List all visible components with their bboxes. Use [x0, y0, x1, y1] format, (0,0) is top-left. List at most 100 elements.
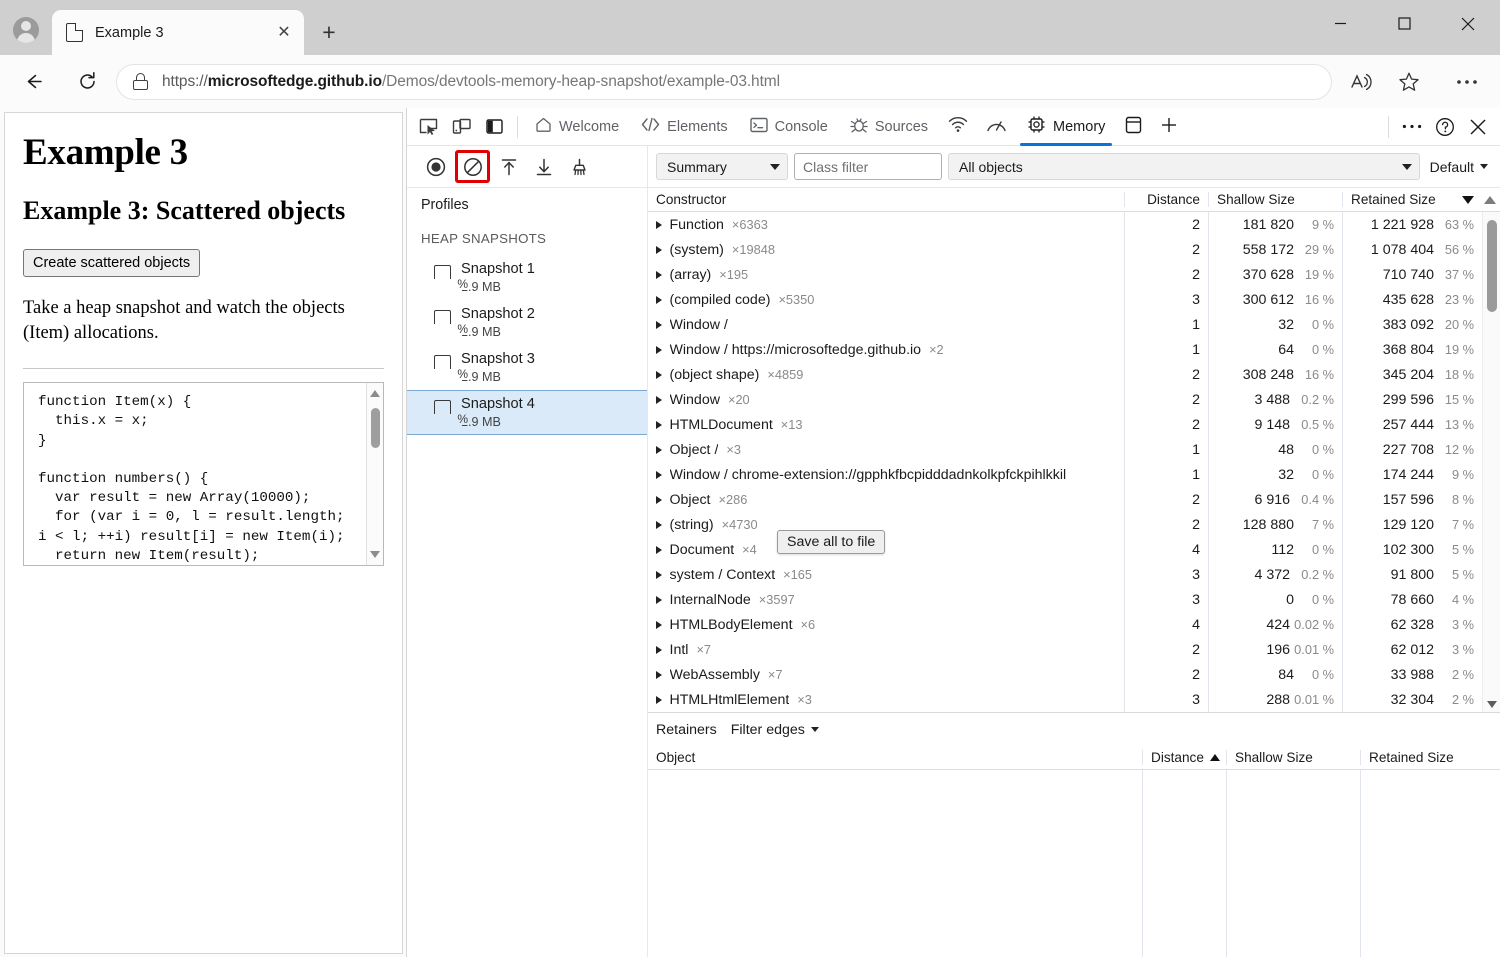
expand-triangle-icon[interactable] — [656, 495, 663, 504]
expand-triangle-icon[interactable] — [656, 570, 663, 579]
filter-edges-button[interactable]: Filter edges — [731, 722, 819, 738]
column-header-retained-size[interactable]: Retained Size — [1342, 192, 1482, 207]
table-row[interactable]: InternalNode ×3597 3 0 0 % 78 660 4 % — [648, 587, 1500, 612]
snapshot-item-4[interactable]: % Snapshot 4 1.9 MB — [407, 390, 647, 435]
expand-triangle-icon[interactable] — [656, 320, 663, 329]
save-all-to-file-button[interactable]: Save all to file — [777, 530, 886, 554]
class-filter-input[interactable] — [794, 153, 942, 180]
column-header-retainer-distance[interactable]: Distance — [1142, 750, 1226, 765]
tab-application[interactable] — [1116, 109, 1151, 145]
column-header-distance[interactable]: Distance — [1124, 192, 1208, 207]
inspect-icon[interactable] — [412, 111, 445, 143]
scroll-up-icon[interactable] — [1484, 195, 1496, 204]
expand-triangle-icon[interactable] — [656, 520, 663, 529]
tab-console[interactable]: Console — [739, 109, 839, 145]
record-heap-snapshot-button[interactable] — [420, 152, 452, 182]
table-row[interactable]: Window ×20 2 3 488 0.2 % 299 596 15 % — [648, 387, 1500, 412]
expand-triangle-icon[interactable] — [656, 295, 663, 304]
expand-triangle-icon[interactable] — [656, 445, 663, 454]
tab-performance[interactable] — [977, 109, 1016, 145]
table-row[interactable]: system / Context ×165 3 4 372 0.2 % 91 800 5 % — [648, 562, 1500, 587]
create-scattered-objects-button[interactable]: Create scattered objects — [23, 249, 201, 277]
expand-triangle-icon[interactable] — [656, 420, 663, 429]
tab-close-icon[interactable]: ✕ — [270, 19, 298, 47]
snapshot-item-3[interactable]: % Snapshot 3 1.9 MB — [407, 345, 647, 390]
tab-sources[interactable]: Sources — [839, 109, 939, 145]
reload-icon[interactable] — [68, 63, 106, 101]
expand-triangle-icon[interactable] — [656, 620, 663, 629]
table-row[interactable]: (array) ×195 2 370 628 19 % 710 740 37 % — [648, 262, 1500, 287]
expand-triangle-icon[interactable] — [656, 545, 663, 554]
help-icon[interactable] — [1428, 111, 1461, 143]
scroll-up-icon[interactable] — [370, 390, 380, 398]
maximize-icon[interactable] — [1372, 0, 1436, 47]
profile-button[interactable] — [0, 8, 52, 52]
browser-settings-ellipsis-icon[interactable] — [1448, 63, 1486, 101]
snapshot-item-2[interactable]: % Snapshot 2 1.9 MB — [407, 300, 647, 345]
expand-triangle-icon[interactable] — [656, 345, 663, 354]
snapshot-item-1[interactable]: % Snapshot 1 1.9 MB — [407, 255, 647, 300]
constructor-table-scrollbar[interactable] — [1482, 212, 1500, 712]
star-icon[interactable] — [1390, 63, 1428, 101]
tab-network[interactable] — [939, 109, 977, 145]
collect-garbage-button[interactable] — [563, 152, 595, 182]
expand-triangle-icon[interactable] — [656, 645, 663, 654]
close-icon[interactable] — [1436, 0, 1500, 47]
read-aloud-icon[interactable] — [1342, 63, 1380, 101]
save-profile-button[interactable] — [528, 152, 560, 182]
devtools-close-icon[interactable] — [1461, 111, 1494, 143]
expand-triangle-icon[interactable] — [656, 270, 663, 279]
column-header-retainer-retained-size[interactable]: Retained Size — [1360, 750, 1500, 765]
table-row[interactable]: HTMLDocument ×13 2 9 148 0.5 % 257 444 13 % — [648, 412, 1500, 437]
devtools-more-ellipsis-icon[interactable] — [1395, 111, 1428, 143]
dock-side-icon[interactable] — [478, 111, 511, 143]
table-row[interactable]: HTMLBodyElement ×6 4 424 0.02 % 62 328 3 % — [648, 612, 1500, 637]
table-row[interactable]: (string) ×4730 2 128 880 7 % 129 120 7 % — [648, 512, 1500, 537]
tab-welcome[interactable]: Welcome — [524, 109, 630, 145]
code-scrollbar[interactable] — [366, 383, 383, 566]
address-bar[interactable]: https://microsoftedge.github.io/Demos/de… — [116, 63, 1332, 100]
scroll-down-icon[interactable] — [370, 551, 380, 559]
load-profile-button[interactable] — [493, 152, 525, 182]
table-row[interactable]: (system) ×19848 2 558 172 29 % 1 078 404 56 % — [648, 237, 1500, 262]
table-row[interactable]: Document ×4 4 112 0 % 102 300 5 % — [648, 537, 1500, 562]
clear-all-profiles-button[interactable] — [455, 150, 490, 183]
expand-triangle-icon[interactable] — [656, 370, 663, 379]
table-row[interactable]: Object / ×3 1 48 0 % 227 708 12 % — [648, 437, 1500, 462]
expand-triangle-icon[interactable] — [656, 395, 663, 404]
back-arrow-icon[interactable] — [14, 63, 52, 101]
expand-triangle-icon[interactable] — [656, 695, 663, 704]
expand-triangle-icon[interactable] — [656, 670, 663, 679]
minimize-icon[interactable] — [1308, 0, 1372, 47]
table-row[interactable]: Window / chrome-extension://gpphkfbcpidd… — [648, 462, 1500, 487]
column-header-object[interactable]: Object — [648, 750, 1142, 765]
scrollbar-thumb[interactable] — [371, 408, 380, 449]
column-header-retainer-shallow-size[interactable]: Shallow Size — [1226, 750, 1360, 765]
table-row[interactable]: Intl ×7 2 196 0.01 % 62 012 3 % — [648, 637, 1500, 662]
expand-triangle-icon[interactable] — [656, 470, 663, 479]
table-row[interactable]: Function ×6363 2 181 820 9 % 1 221 928 63 % — [648, 212, 1500, 237]
default-preset-button[interactable]: Default — [1426, 159, 1492, 175]
view-mode-select[interactable]: Summary — [656, 153, 788, 180]
more-tabs-plus-button[interactable] — [1151, 109, 1187, 145]
table-row[interactable]: Window / 1 32 0 % 383 092 20 % — [648, 312, 1500, 337]
expand-triangle-icon[interactable] — [656, 595, 663, 604]
table-row[interactable]: (object shape) ×4859 2 308 248 16 % 345 204 18… — [648, 362, 1500, 387]
table-row[interactable]: WebAssembly ×7 2 84 0 % 33 988 2 % — [648, 662, 1500, 687]
scrollbar-thumb[interactable] — [1487, 220, 1497, 312]
device-toolbar-icon[interactable] — [445, 111, 478, 143]
new-tab-button[interactable]: + — [312, 15, 346, 49]
column-header-shallow-size[interactable]: Shallow Size — [1208, 192, 1342, 207]
browser-tab[interactable]: Example 3 ✕ — [52, 10, 304, 55]
tab-memory[interactable]: Memory — [1016, 109, 1116, 146]
tab-elements[interactable]: Elements — [630, 109, 738, 145]
table-row[interactable]: (compiled code) ×5350 3 300 612 16 % 435 628 2… — [648, 287, 1500, 312]
expand-triangle-icon[interactable] — [656, 220, 663, 229]
scroll-down-icon[interactable] — [1487, 701, 1497, 708]
objects-scope-select[interactable]: All objects — [948, 153, 1420, 180]
table-row[interactable]: Object ×286 2 6 916 0.4 % 157 596 8 % — [648, 487, 1500, 512]
column-header-constructor[interactable]: Constructor — [648, 192, 1124, 207]
table-row[interactable]: Window / https://microsoftedge.github.io… — [648, 337, 1500, 362]
table-row[interactable]: HTMLHtmlElement ×3 3 288 0.01 % 32 304 2 % — [648, 687, 1500, 712]
expand-triangle-icon[interactable] — [656, 245, 663, 254]
